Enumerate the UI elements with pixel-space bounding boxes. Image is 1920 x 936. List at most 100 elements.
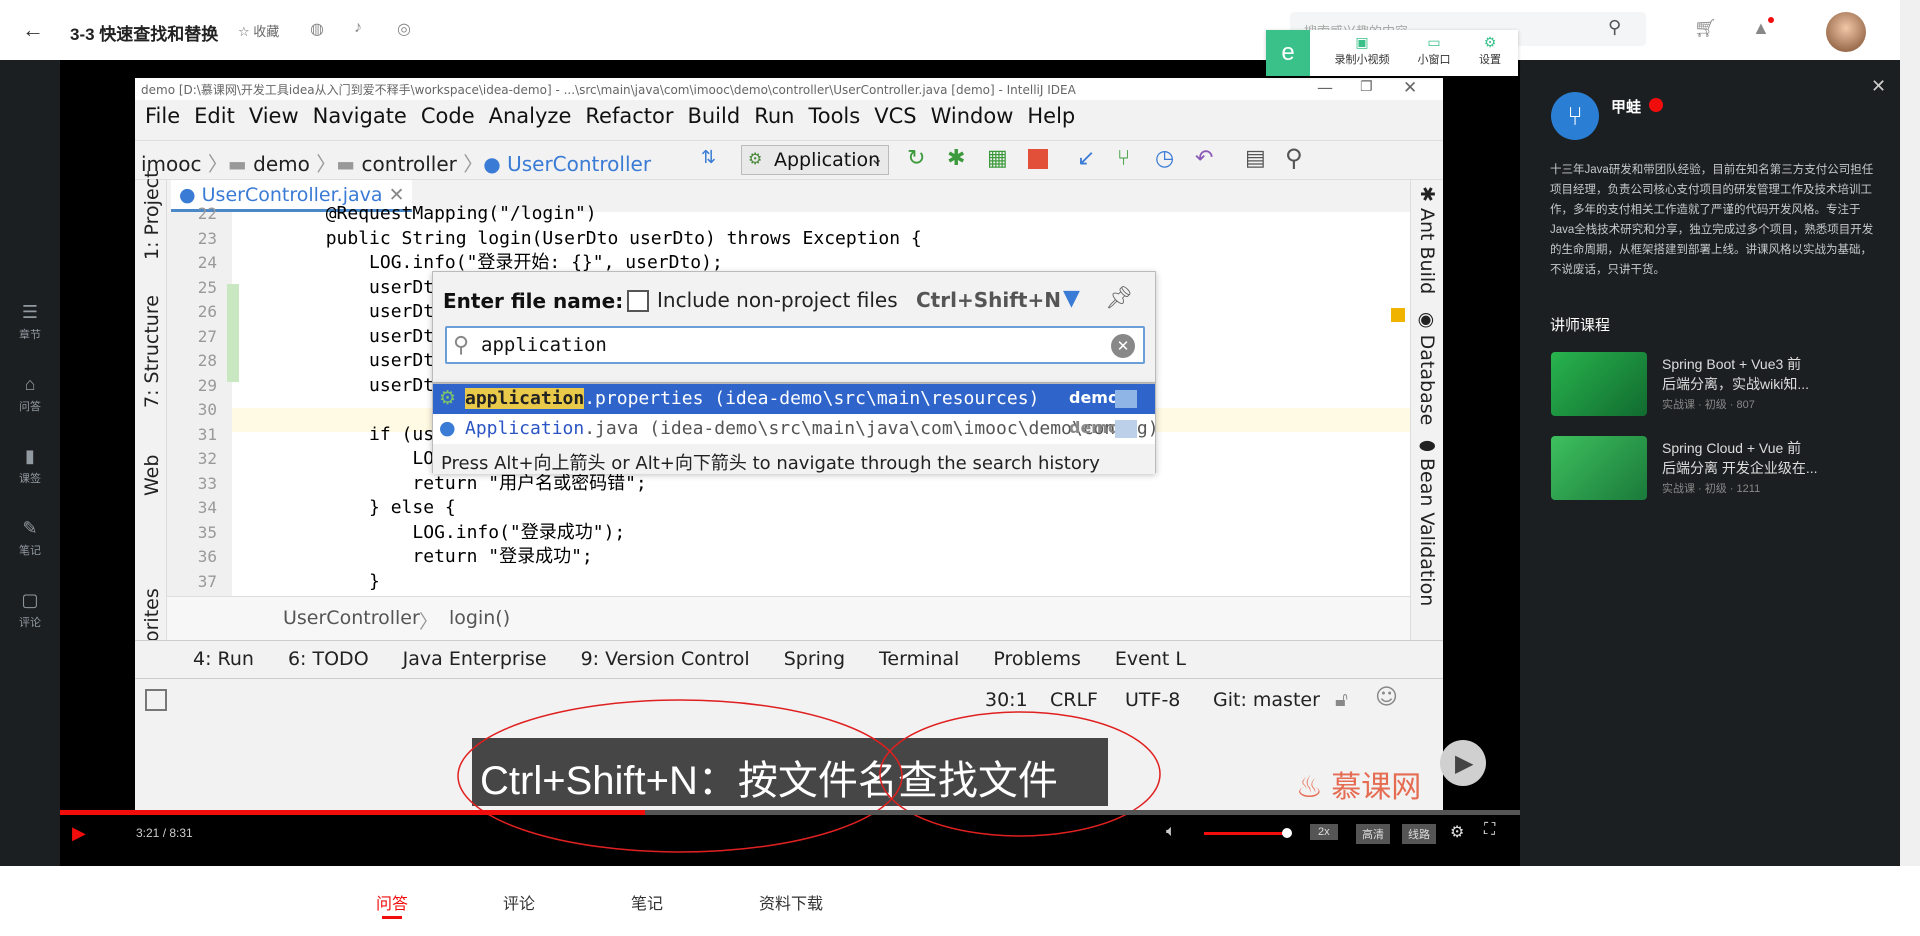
settings-icon[interactable]: ⚙ bbox=[1450, 822, 1464, 842]
quality-button[interactable]: 高清 bbox=[1356, 824, 1390, 844]
menu-item[interactable]: Navigate bbox=[313, 104, 407, 128]
settings-button[interactable]: ⚙ 设置 bbox=[1464, 34, 1516, 67]
volume-slider[interactable] bbox=[1204, 832, 1286, 835]
search-everywhere-icon[interactable]: ⚲ bbox=[1285, 144, 1303, 172]
close-icon[interactable]: ✕ bbox=[1403, 78, 1417, 98]
list-item[interactable]: ⚙ application.properties (idea-demo\src\… bbox=[433, 384, 1155, 414]
comment-nav[interactable]: ▢ 评论 bbox=[0, 590, 60, 630]
coverage-icon[interactable]: ▦ bbox=[987, 146, 1008, 171]
volume-handle[interactable] bbox=[1282, 828, 1292, 838]
tool-window-button[interactable]: Spring bbox=[784, 648, 845, 670]
avatar[interactable] bbox=[1826, 12, 1866, 52]
speed-button[interactable]: 2x bbox=[1310, 824, 1338, 840]
instructor-avatar[interactable]: ⑂ bbox=[1551, 92, 1599, 140]
code-line: 33 return "用户名或密码错"; bbox=[167, 472, 1367, 497]
search-icon[interactable]: ⚲ bbox=[1608, 17, 1621, 38]
run-config-select[interactable]: ⚙ Application ⌄ bbox=[741, 145, 889, 175]
notification-icon[interactable]: ▲ bbox=[1752, 18, 1770, 39]
project-tab[interactable]: 1: Project bbox=[141, 170, 163, 260]
tool-window-button[interactable]: Terminal bbox=[879, 648, 959, 670]
cart-icon[interactable]: 🛒︎ bbox=[1694, 18, 1717, 39]
back-arrow-icon[interactable]: ← bbox=[22, 17, 44, 43]
menu-item[interactable]: Edit bbox=[194, 104, 235, 128]
instructor-name[interactable]: 甲蛙 bbox=[1611, 96, 1641, 117]
course-card[interactable]: Spring Boot + Vue3 前 后端分离，实战wiki知... 实战课… bbox=[1551, 352, 1881, 418]
tab-comments[interactable]: 评论 bbox=[503, 890, 535, 914]
line-button[interactable]: 线路 bbox=[1402, 824, 1436, 844]
menu-item[interactable]: View bbox=[249, 104, 299, 128]
menu-item[interactable]: Run bbox=[754, 104, 794, 128]
crumb-method[interactable]: login() bbox=[449, 607, 510, 629]
git-branch[interactable]: Git: master bbox=[1213, 689, 1320, 711]
tool-window-button[interactable]: Java Enterprise bbox=[403, 648, 547, 670]
structure-tab[interactable]: 7: Structure bbox=[141, 295, 163, 408]
menu-item[interactable]: Code bbox=[421, 104, 475, 128]
clear-icon[interactable]: ✕ bbox=[1111, 334, 1135, 358]
structure-icon[interactable]: ▤ bbox=[1245, 146, 1266, 171]
play-overlay-button[interactable]: ▶ bbox=[1440, 740, 1486, 786]
wechat-icon[interactable]: ◍ bbox=[310, 19, 324, 39]
mini-window-button[interactable]: ▭ 小窗口 bbox=[1406, 34, 1462, 67]
database-tab[interactable]: ◉ Database bbox=[1416, 312, 1438, 425]
ant-build-tab[interactable]: ✱ Ant Build bbox=[1416, 186, 1438, 294]
layout-icon[interactable] bbox=[145, 689, 167, 711]
pin-icon[interactable]: 📌︎ bbox=[1105, 286, 1133, 311]
filename-search-input[interactable]: ⚲ application ✕ bbox=[445, 326, 1145, 364]
crumb-usercontroller[interactable]: UserController bbox=[507, 152, 651, 176]
crumb-demo[interactable]: demo bbox=[253, 152, 310, 176]
revert-icon[interactable]: ↶ bbox=[1195, 146, 1213, 171]
minimize-icon[interactable]: — bbox=[1317, 78, 1333, 97]
menu-item[interactable]: Build bbox=[687, 104, 740, 128]
menu-item[interactable]: Analyze bbox=[489, 104, 572, 128]
tool-window-button[interactable]: 4: Run bbox=[193, 648, 254, 670]
qa-nav[interactable]: ⌂ 问答 bbox=[0, 374, 60, 414]
menu-item[interactable]: Refactor bbox=[585, 104, 673, 128]
tab-notes[interactable]: 笔记 bbox=[631, 890, 663, 914]
tool-window-button[interactable]: 6: TODO bbox=[288, 648, 369, 670]
rerun-icon[interactable]: ↻ bbox=[907, 146, 925, 171]
bell-share-icon[interactable]: ♪ bbox=[354, 19, 362, 37]
stop-icon[interactable] bbox=[1028, 149, 1048, 169]
collect-button[interactable]: ☆ 收藏 bbox=[238, 21, 279, 40]
record-video-button[interactable]: ▣ 录制小视频 bbox=[1318, 34, 1406, 67]
bookmark-nav[interactable]: ▮ 课签 bbox=[0, 446, 60, 486]
notes-nav[interactable]: ✎ 笔记 bbox=[0, 518, 60, 558]
fullscreen-icon[interactable]: ⛶ bbox=[1484, 821, 1495, 839]
volume-icon[interactable]: 🔈︎ bbox=[1166, 823, 1176, 841]
history-icon[interactable]: ◷ bbox=[1155, 146, 1174, 171]
inspector-icon[interactable]: ☺ bbox=[1375, 685, 1398, 710]
filter-icon[interactable]: ▼ bbox=[1063, 286, 1080, 311]
list-item[interactable]: ● Application.java (idea-demo\src\main\j… bbox=[433, 414, 1159, 444]
tab-qa[interactable]: 问答 bbox=[376, 890, 408, 914]
menu-item[interactable]: Tools bbox=[808, 104, 860, 128]
tool-window-button[interactable]: Event L bbox=[1115, 648, 1186, 670]
crumb-controller[interactable]: controller bbox=[361, 152, 456, 176]
web-tab[interactable]: Web bbox=[141, 455, 163, 496]
tool-window-button[interactable]: Problems bbox=[993, 648, 1081, 670]
menu-item[interactable]: Window bbox=[931, 104, 1014, 128]
sort-icon[interactable]: ⇅ bbox=[701, 147, 716, 168]
debug-icon[interactable]: ✱ bbox=[947, 146, 965, 171]
menu-item[interactable]: VCS bbox=[874, 104, 916, 128]
page-scrollbar[interactable] bbox=[1900, 0, 1920, 936]
weibo-icon[interactable]: ◎ bbox=[397, 19, 411, 39]
bean-validation-tab[interactable]: ⬮ Bean Validation bbox=[1416, 440, 1438, 606]
vcs-icon[interactable]: ⑂ bbox=[1117, 146, 1130, 171]
tab-downloads[interactable]: 资料下载 bbox=[759, 890, 823, 914]
tool-window-button[interactable]: 9: Version Control bbox=[581, 648, 750, 670]
top-bar: ← 3-3 快速查找和替换 ☆ 收藏 ◍ ♪ ◎ 搜索感兴趣的内容 ⚲ 🛒︎ ▲ bbox=[0, 0, 1920, 60]
update-icon[interactable]: ↙ bbox=[1077, 146, 1095, 171]
menu-item[interactable]: Help bbox=[1027, 104, 1075, 128]
include-nonproject-checkbox[interactable] bbox=[627, 290, 649, 312]
play-icon[interactable]: ▶ bbox=[72, 823, 86, 844]
favorites-tab[interactable]: orites bbox=[141, 588, 163, 642]
lock-icon[interactable]: 🔓︎ bbox=[1335, 687, 1348, 711]
search-icon: ⚲ bbox=[453, 333, 470, 358]
line-number: 25 bbox=[197, 277, 217, 297]
crumb-class[interactable]: UserController bbox=[283, 607, 420, 629]
restore-icon[interactable]: ❐ bbox=[1360, 79, 1373, 95]
menu-item[interactable]: File bbox=[145, 104, 180, 128]
close-panel-icon[interactable]: ✕ bbox=[1871, 76, 1886, 97]
chapter-nav[interactable]: ☰ 章节 bbox=[0, 302, 60, 342]
course-card[interactable]: Spring Cloud + Vue 前 后端分离 开发企业级在... 实战课 … bbox=[1551, 436, 1881, 502]
